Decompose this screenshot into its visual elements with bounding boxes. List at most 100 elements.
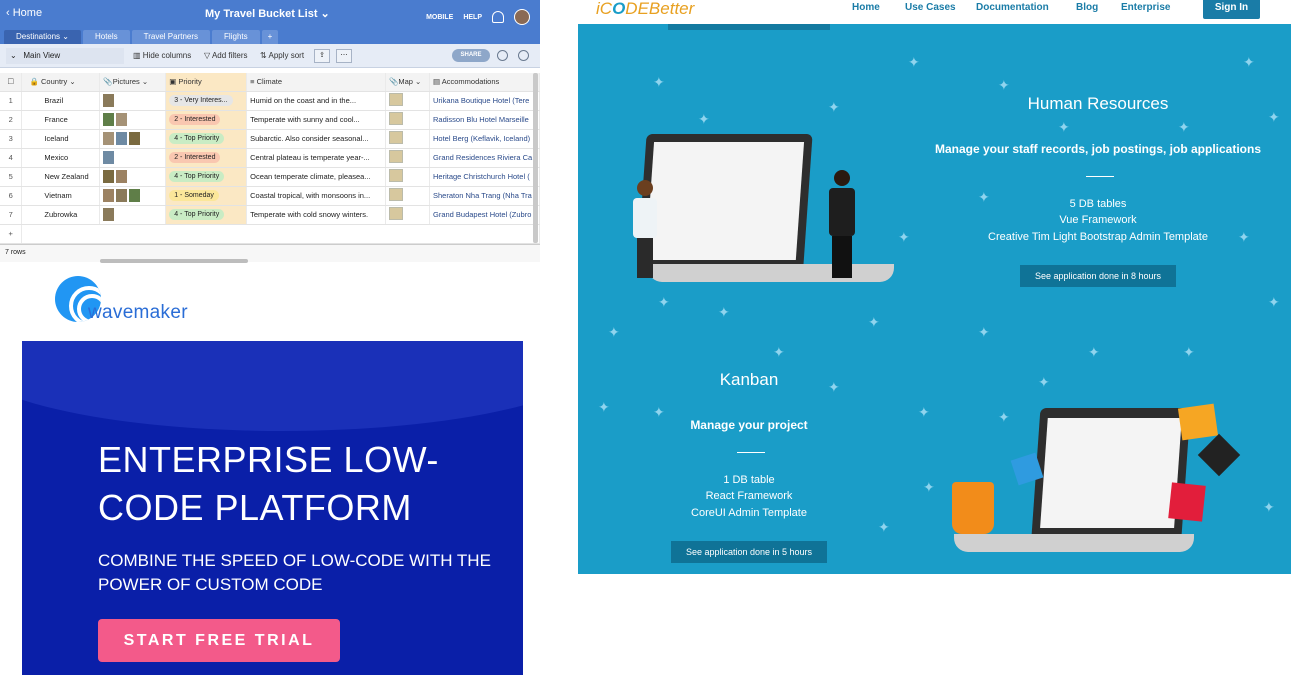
picture-thumbnail[interactable] bbox=[129, 132, 141, 145]
accommodations-cell[interactable]: Radisson Blu Hotel Marseille bbox=[429, 110, 540, 130]
tab-flights[interactable]: Flights bbox=[212, 30, 260, 44]
map-cell[interactable] bbox=[385, 205, 430, 225]
pictures-cell[interactable] bbox=[99, 186, 167, 206]
pictures-cell[interactable] bbox=[99, 129, 167, 149]
column-header-accommodations[interactable]: ▤ Accommodations bbox=[429, 73, 540, 92]
picture-thumbnail[interactable] bbox=[129, 189, 141, 202]
table-row[interactable]: 3 Iceland 4 - Top Priority Subarctic. Also … bbox=[0, 129, 540, 149]
add-row[interactable]: + bbox=[0, 224, 540, 244]
share-button[interactable]: SHARE bbox=[452, 49, 490, 62]
map-cell[interactable] bbox=[385, 110, 430, 130]
map-cell[interactable] bbox=[385, 186, 430, 206]
table-row[interactable]: 7 Zubrowka 4 - Top Priority Temperate with … bbox=[0, 205, 540, 225]
hide-columns-button[interactable]: ▥ Hide columns bbox=[133, 51, 191, 60]
wavemaker-logo[interactable]: wavemaker bbox=[55, 276, 195, 326]
priority-cell[interactable]: 4 - Top Priority bbox=[165, 167, 248, 187]
map-thumbnail[interactable] bbox=[389, 207, 404, 220]
map-thumbnail[interactable] bbox=[389, 169, 404, 182]
nav-use-cases[interactable]: Use Cases bbox=[905, 2, 956, 13]
share-view-icon[interactable]: ⇪ bbox=[314, 49, 330, 63]
icodebetter-logo[interactable]: iCODEBetter bbox=[596, 0, 694, 19]
accommodations-cell[interactable]: Heritage Christchurch Hotel ( bbox=[429, 167, 540, 187]
column-header-map[interactable]: 📎Map ⌄ bbox=[385, 73, 430, 92]
nav-enterprise[interactable]: Enterprise bbox=[1121, 2, 1170, 13]
climate-cell[interactable]: Temperate with sunny and cool... bbox=[246, 110, 387, 130]
country-cell[interactable]: Vietnam bbox=[21, 186, 101, 206]
see-kanban-app-button[interactable]: See application done in 5 hours bbox=[671, 541, 827, 563]
accommodations-cell[interactable]: Grand Budapest Hotel (Zubro bbox=[429, 205, 540, 225]
picture-thumbnail[interactable] bbox=[103, 170, 115, 183]
help-link[interactable]: HELP bbox=[463, 14, 482, 21]
pictures-cell[interactable] bbox=[99, 167, 167, 187]
table-row[interactable]: 5 New Zealand 4 - Top Priority Ocean temper… bbox=[0, 167, 540, 187]
country-cell[interactable]: Mexico bbox=[21, 148, 101, 168]
column-header-pictures[interactable]: 📎Pictures ⌄ bbox=[99, 73, 167, 92]
add-row-space[interactable] bbox=[21, 224, 540, 244]
back-button[interactable]: ‹ Home bbox=[6, 7, 42, 19]
picture-thumbnail[interactable] bbox=[103, 94, 115, 107]
nav-home[interactable]: Home bbox=[852, 2, 880, 13]
accommodations-cell[interactable]: Urikana Boutique Hotel (Tere bbox=[429, 91, 540, 111]
priority-cell[interactable]: 2 - Interested bbox=[165, 148, 248, 168]
add-table-button[interactable]: + bbox=[261, 30, 279, 44]
climate-cell[interactable]: Coastal tropical, with monsoons in... bbox=[246, 186, 387, 206]
tab-hotels[interactable]: Hotels bbox=[82, 30, 130, 44]
bell-icon[interactable] bbox=[492, 11, 504, 23]
picture-thumbnail[interactable] bbox=[116, 189, 128, 202]
avatar[interactable] bbox=[514, 9, 530, 25]
select-all-checkbox[interactable]: ☐ bbox=[0, 73, 23, 92]
column-header-country[interactable]: 🔒 Country ⌄ bbox=[21, 73, 101, 92]
map-cell[interactable] bbox=[385, 129, 430, 149]
map-cell[interactable] bbox=[385, 148, 430, 168]
priority-cell[interactable]: 4 - Top Priority bbox=[165, 205, 248, 225]
column-header-climate[interactable]: ≡ Climate bbox=[246, 73, 387, 92]
country-cell[interactable]: New Zealand bbox=[21, 167, 101, 187]
climate-cell[interactable]: Subarctic. Also consider seasonal... bbox=[246, 129, 387, 149]
history-icon[interactable] bbox=[518, 50, 529, 61]
pictures-cell[interactable] bbox=[99, 148, 167, 168]
map-thumbnail[interactable] bbox=[389, 131, 404, 144]
table-row[interactable]: 2 France 2 - Interested Temperate with sunn… bbox=[0, 110, 540, 130]
priority-cell[interactable]: 3 - Very Interes... bbox=[165, 91, 248, 111]
view-switcher[interactable]: ⌄ Main View bbox=[6, 48, 124, 64]
base-title[interactable]: My Travel Bucket List ⌄ bbox=[205, 7, 330, 20]
picture-thumbnail[interactable] bbox=[103, 113, 115, 126]
priority-cell[interactable]: 2 - Interested bbox=[165, 110, 248, 130]
country-cell[interactable]: Iceland bbox=[21, 129, 101, 149]
column-header-priority[interactable]: ▣ Priority bbox=[165, 73, 248, 92]
accommodations-cell[interactable]: Grand Residences Riviera Ca bbox=[429, 148, 540, 168]
add-filters-button[interactable]: ▽ Add filters bbox=[204, 51, 248, 60]
mobile-link[interactable]: MOBILE bbox=[426, 14, 453, 21]
accommodations-cell[interactable]: Sheraton Nha Trang (Nha Tra bbox=[429, 186, 540, 206]
map-thumbnail[interactable] bbox=[389, 112, 404, 125]
pictures-cell[interactable] bbox=[99, 205, 167, 225]
map-cell[interactable] bbox=[385, 91, 430, 111]
picture-thumbnail[interactable] bbox=[103, 189, 115, 202]
apply-sort-button[interactable]: ⇅ Apply sort bbox=[260, 51, 304, 60]
priority-cell[interactable]: 4 - Top Priority bbox=[165, 129, 248, 149]
pictures-cell[interactable] bbox=[99, 110, 167, 130]
table-row[interactable]: 4 Mexico 2 - Interested Central plateau is … bbox=[0, 148, 540, 168]
search-icon[interactable] bbox=[497, 50, 508, 61]
country-cell[interactable]: Brazil bbox=[21, 91, 101, 111]
nav-documentation[interactable]: Documentation bbox=[976, 2, 1049, 13]
see-hr-app-button[interactable]: See application done in 8 hours bbox=[1020, 265, 1176, 287]
map-cell[interactable] bbox=[385, 167, 430, 187]
priority-cell[interactable]: 1 - Someday bbox=[165, 186, 248, 206]
nav-blog[interactable]: Blog bbox=[1076, 2, 1098, 13]
tab-travel-partners[interactable]: Travel Partners bbox=[131, 30, 211, 44]
country-cell[interactable]: Zubrowka bbox=[21, 205, 101, 225]
more-icon[interactable]: ⋯ bbox=[336, 49, 352, 63]
pictures-cell[interactable] bbox=[99, 91, 167, 111]
picture-thumbnail[interactable] bbox=[103, 208, 115, 221]
table-row[interactable]: 6 Vietnam 1 - Someday Coastal tropical, wit… bbox=[0, 186, 540, 206]
country-cell[interactable]: France bbox=[21, 110, 101, 130]
sign-in-button[interactable]: Sign In bbox=[1203, 0, 1260, 19]
add-row-button[interactable]: + bbox=[0, 224, 23, 244]
vertical-scrollbar[interactable] bbox=[533, 73, 538, 243]
accommodations-cell[interactable]: Hotel Berg (Keflavik, Iceland) bbox=[429, 129, 540, 149]
picture-thumbnail[interactable] bbox=[116, 132, 128, 145]
picture-thumbnail[interactable] bbox=[103, 132, 115, 145]
picture-thumbnail[interactable] bbox=[116, 170, 128, 183]
climate-cell[interactable]: Central plateau is temperate year-... bbox=[246, 148, 387, 168]
